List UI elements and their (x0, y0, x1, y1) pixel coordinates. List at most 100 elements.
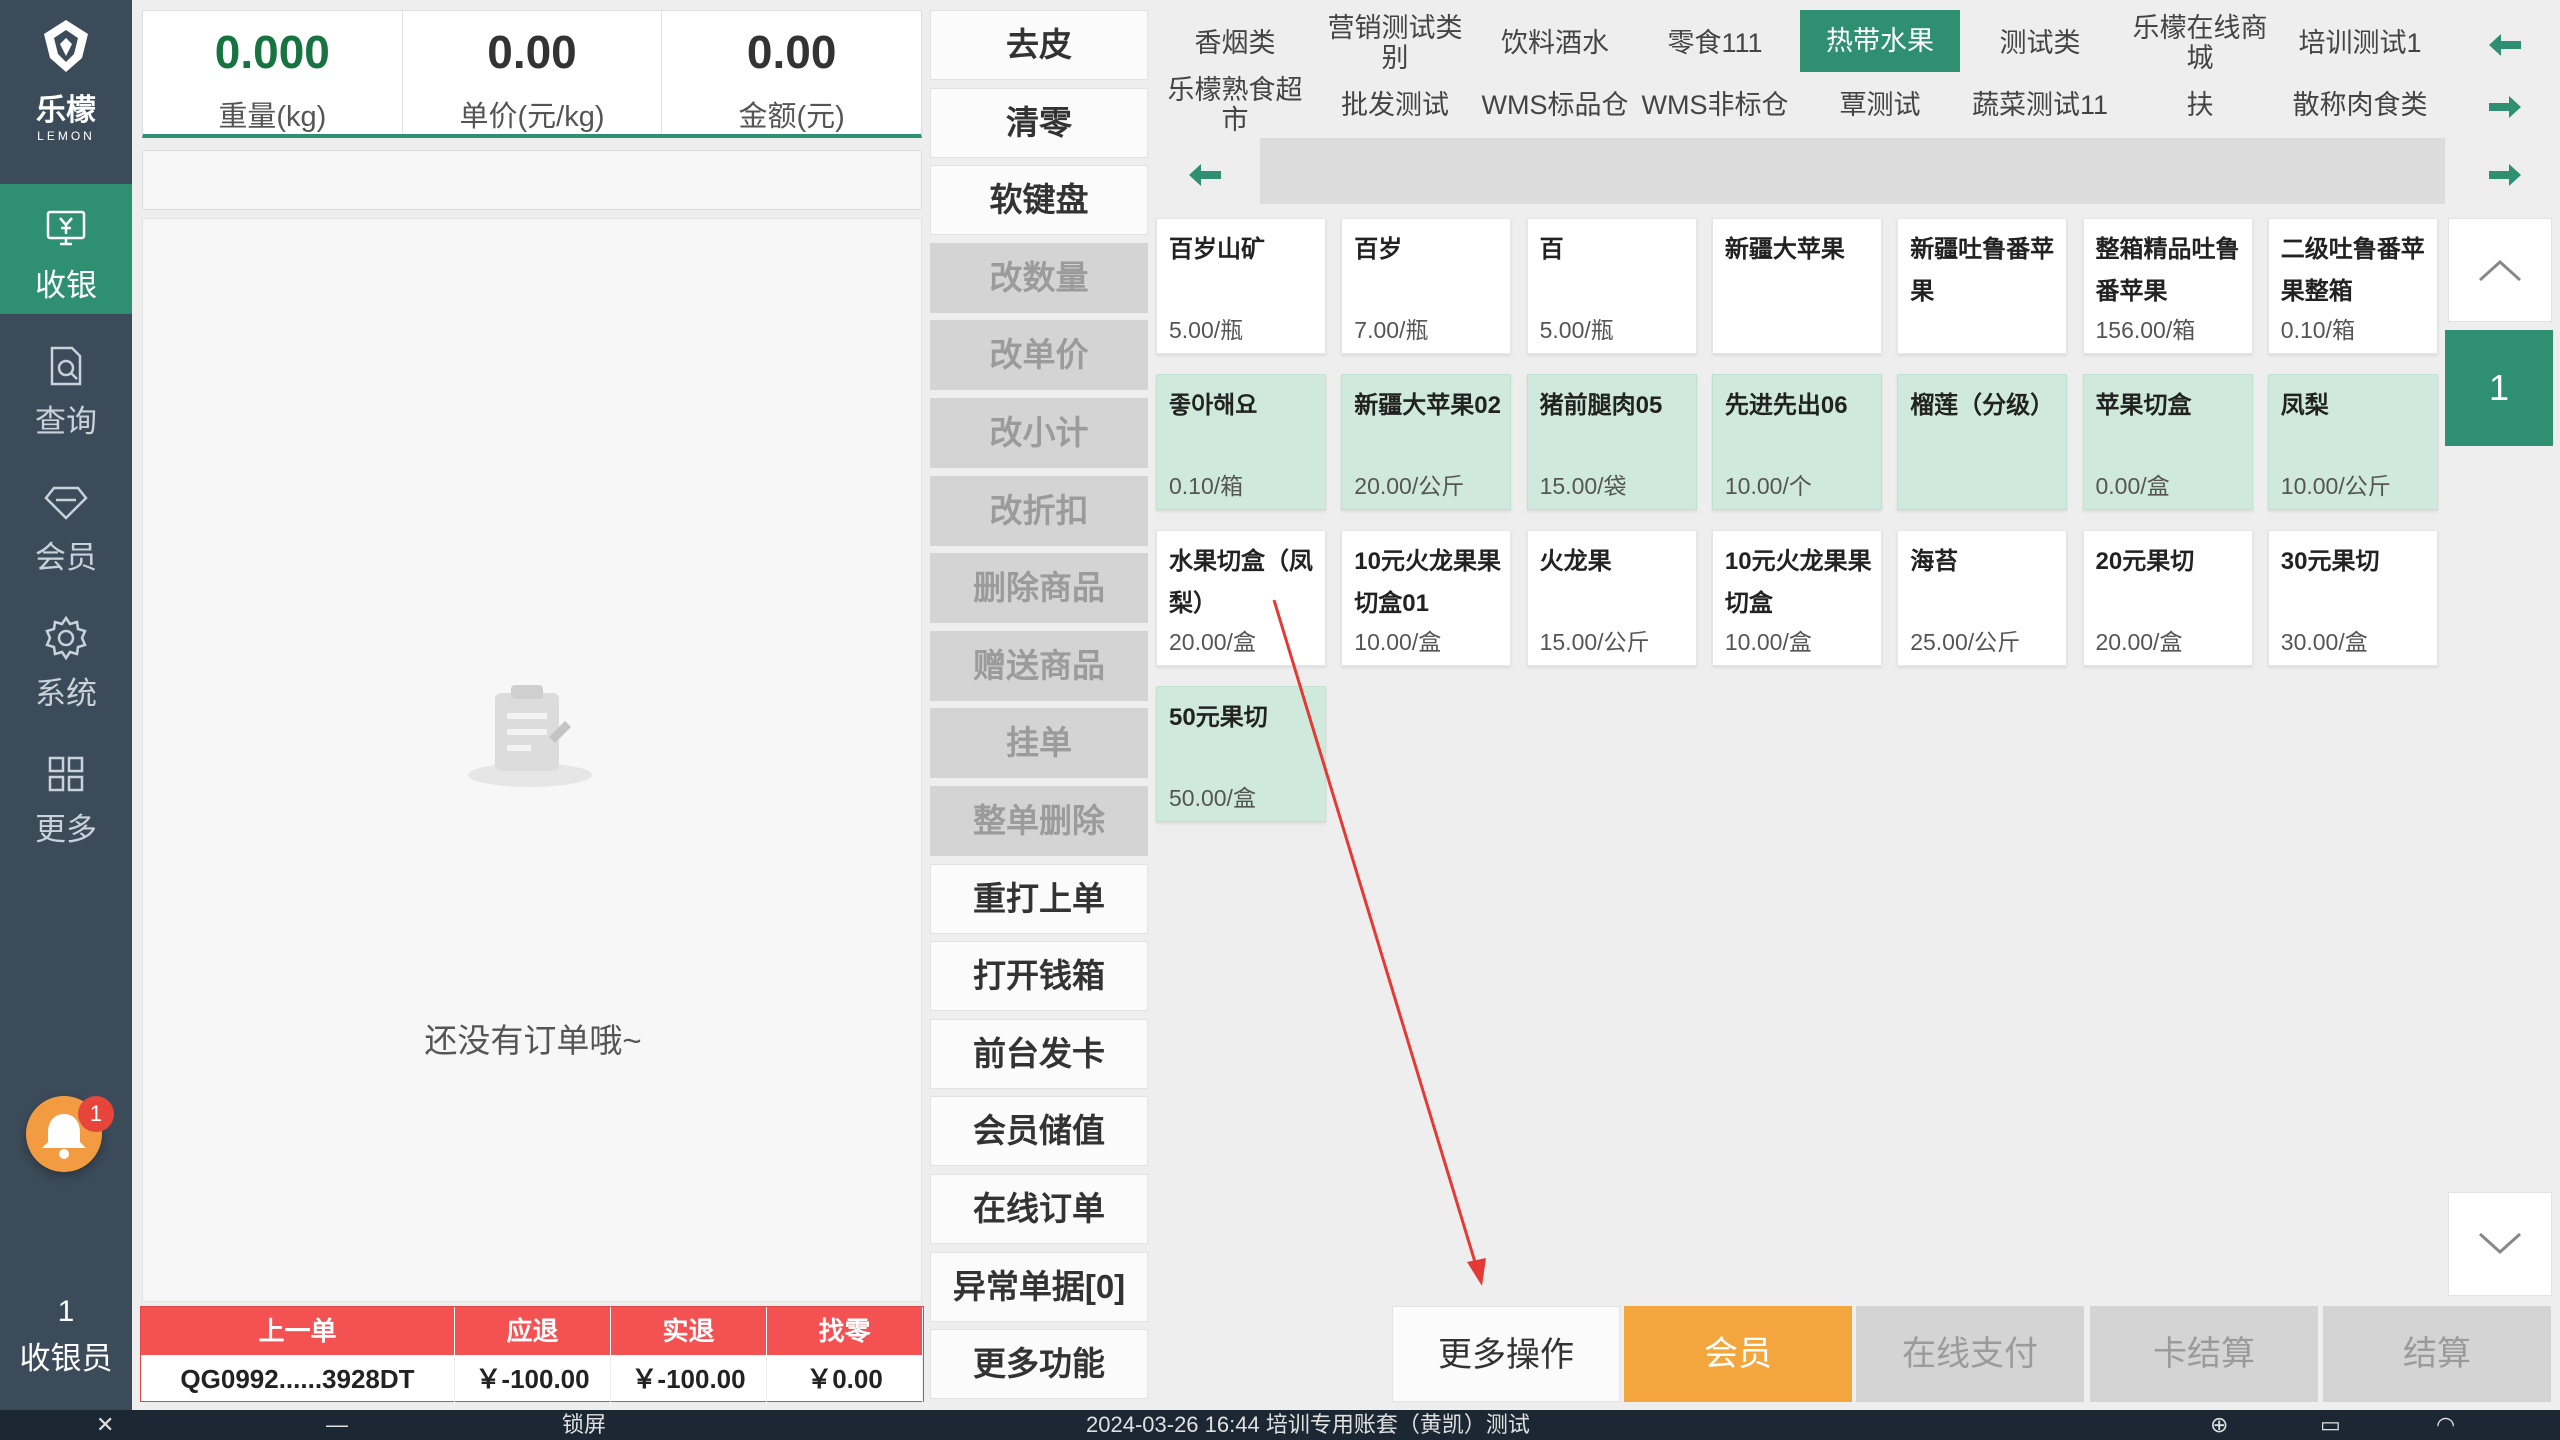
brand-name-en: LEMON (37, 129, 95, 143)
brand-name: 乐檬 (36, 94, 96, 127)
category-tab[interactable]: 批发测试 (1315, 74, 1475, 136)
weight-label: 重量(kg) (218, 101, 327, 133)
more-functions-button[interactable]: 更多功能 (930, 1329, 1148, 1400)
category-tab[interactable]: 乐檬熟食超市 (1155, 74, 1315, 136)
category-tab[interactable]: WMS标品仓 (1475, 74, 1635, 136)
unit-price-label: 单价(元/kg) (459, 101, 605, 133)
product-card[interactable]: 新疆大苹果 (1711, 218, 1882, 354)
product-card[interactable]: 苹果切盒 0.00/盒 (2082, 374, 2253, 510)
category-next-button[interactable] (2475, 82, 2535, 132)
category-tab-active[interactable]: 热带水果 (1800, 10, 1960, 72)
card-settle-button[interactable]: 卡结算 (2090, 1306, 2318, 1402)
subcategory-prev-button[interactable] (1155, 150, 1255, 200)
monitor-icon: ▭ (2320, 1412, 2341, 1437)
arrow-left-icon (2489, 34, 2521, 56)
product-name: 百岁 (1354, 236, 1403, 263)
product-name: 20元果切 (2095, 548, 2195, 575)
reprint-last-button[interactable]: 重打上单 (930, 863, 1148, 934)
gift-item-button[interactable]: 赠送商品 (930, 630, 1148, 701)
product-card[interactable]: 10元火龙果果切盒 10.00/盒 (1711, 530, 1882, 666)
exception-docs-button[interactable]: 异常单据[0] (930, 1251, 1148, 1322)
product-card[interactable]: 水果切盒（凤梨） 20.00/盒 (1156, 530, 1326, 666)
product-price: 5.00/瓶 (1539, 317, 1614, 343)
page-up-button[interactable] (2448, 218, 2552, 322)
product-card[interactable]: 新疆吐鲁番苹果 (1897, 218, 2068, 354)
product-price: 50.00/盒 (1169, 785, 1256, 811)
nav-system[interactable]: 系统 (0, 592, 132, 722)
product-card[interactable]: 新疆大苹果02 20.00/公斤 (1341, 374, 1512, 510)
nav-cashier[interactable]: 收银 (0, 184, 132, 314)
category-tab[interactable]: 散称肉食类 (2280, 74, 2440, 136)
online-orders-button[interactable]: 在线订单 (930, 1173, 1148, 1244)
change-subtotal-button[interactable]: 改小计 (930, 397, 1148, 468)
product-card[interactable]: 整箱精品吐鲁番苹果 156.00/箱 (2082, 218, 2253, 354)
change-quantity-button[interactable]: 改数量 (930, 242, 1148, 313)
last-order-header-order: 上一单 (141, 1307, 455, 1355)
subcategory-next-button[interactable] (2475, 150, 2535, 200)
nav-member[interactable]: 会员 (0, 456, 132, 586)
category-tab[interactable]: 培训测试1 (2280, 12, 2440, 74)
delete-item-button[interactable]: 删除商品 (930, 553, 1148, 624)
category-tab[interactable]: 香烟类 (1155, 12, 1315, 74)
settle-button[interactable]: 结算 (2323, 1306, 2551, 1402)
product-card[interactable]: 火龙果 15.00/公斤 (1526, 530, 1697, 666)
product-card[interactable]: 50元果切 50.00/盒 (1156, 686, 1326, 822)
zero-button[interactable]: 清零 (930, 87, 1148, 158)
nav-query[interactable]: 查询 (0, 320, 132, 450)
change-unit-price-button[interactable]: 改单价 (930, 320, 1148, 391)
online-pay-button[interactable]: 在线支付 (1856, 1306, 2084, 1402)
barcode-input[interactable] (142, 150, 922, 210)
open-drawer-button[interactable]: 打开钱箱 (930, 941, 1148, 1012)
product-card[interactable]: 20元果切 20.00/盒 (2082, 530, 2253, 666)
product-card[interactable]: 百岁山矿 5.00/瓶 (1156, 218, 1326, 354)
hold-order-button[interactable]: 挂单 (930, 708, 1148, 779)
category-prev-button[interactable] (2475, 20, 2535, 70)
lock-screen-label[interactable]: 锁屏 (562, 1410, 606, 1440)
change-discount-button[interactable]: 改折扣 (930, 475, 1148, 546)
issue-card-button[interactable]: 前台发卡 (930, 1018, 1148, 1089)
product-card[interactable]: 30元果切 30.00/盒 (2267, 530, 2438, 666)
product-card[interactable]: 二级吐鲁番苹果整箱 0.10/箱 (2267, 218, 2438, 354)
cashier-info[interactable]: 1 收银员 (0, 1295, 132, 1378)
product-name: 二级吐鲁番苹果整箱 (2280, 236, 2425, 305)
last-order-header-due: 应退 (455, 1307, 611, 1355)
member-topup-button[interactable]: 会员储值 (930, 1096, 1148, 1167)
amount-label: 金额(元) (738, 101, 845, 133)
product-card[interactable]: 百 5.00/瓶 (1526, 218, 1697, 354)
product-card[interactable]: 猪前腿肉05 15.00/袋 (1526, 374, 1697, 510)
product-price: 7.00/瓶 (1354, 317, 1429, 343)
product-price: 25.00/公斤 (1910, 629, 2021, 655)
product-card[interactable]: 先进先出06 10.00/个 (1711, 374, 1882, 510)
category-tab[interactable]: 饮料酒水 (1475, 12, 1635, 74)
product-card[interactable]: 10元火龙果果切盒01 10.00/盒 (1341, 530, 1512, 666)
page-down-button[interactable] (2448, 1192, 2552, 1296)
app-logo: 乐檬 LEMON (0, 18, 132, 148)
category-tab[interactable]: 覃测试 (1800, 74, 1960, 136)
delete-order-button[interactable]: 整单删除 (930, 785, 1148, 856)
category-tab[interactable]: WMS非标仓 (1635, 74, 1795, 136)
product-card[interactable]: 榴莲（分级） (1897, 374, 2068, 510)
category-tab[interactable]: 营销测试类别 (1315, 12, 1475, 74)
member-button[interactable]: 会员 (1624, 1306, 1852, 1402)
nav-more[interactable]: 更多 (0, 728, 132, 858)
category-tab[interactable]: 乐檬在线商城 (2120, 12, 2280, 74)
product-card[interactable]: 凤梨 10.00/公斤 (2267, 374, 2438, 510)
product-name: 先进先出06 (1724, 392, 1848, 419)
category-tab[interactable]: 零食111 (1635, 12, 1795, 74)
arrow-left-icon (1189, 164, 1221, 186)
product-card[interactable]: 좋아해요 0.10/箱 (1156, 374, 1326, 510)
session-info: 2024-03-26 16:44 培训专用账套（黄凯）测试 (1086, 1412, 1530, 1437)
category-tab[interactable]: 蔬菜测试11 (1960, 74, 2120, 136)
more-actions-button[interactable]: 更多操作 (1392, 1306, 1620, 1402)
category-tab[interactable]: 测试类 (1960, 12, 2120, 74)
tare-button[interactable]: 去皮 (930, 10, 1148, 80)
minimize-icon[interactable]: — (326, 1410, 348, 1440)
soft-keyboard-button[interactable]: 软键盘 (930, 165, 1148, 236)
product-card[interactable]: 百岁 7.00/瓶 (1341, 218, 1512, 354)
category-tab[interactable]: 扶 (2120, 74, 2280, 136)
search-document-icon (50, 346, 82, 386)
close-icon[interactable]: ✕ (96, 1410, 114, 1440)
product-name: 新疆吐鲁番苹果 (1910, 236, 2055, 305)
product-name: 整箱精品吐鲁番苹果 (2095, 236, 2240, 305)
product-card[interactable]: 海苔 25.00/公斤 (1897, 530, 2068, 666)
